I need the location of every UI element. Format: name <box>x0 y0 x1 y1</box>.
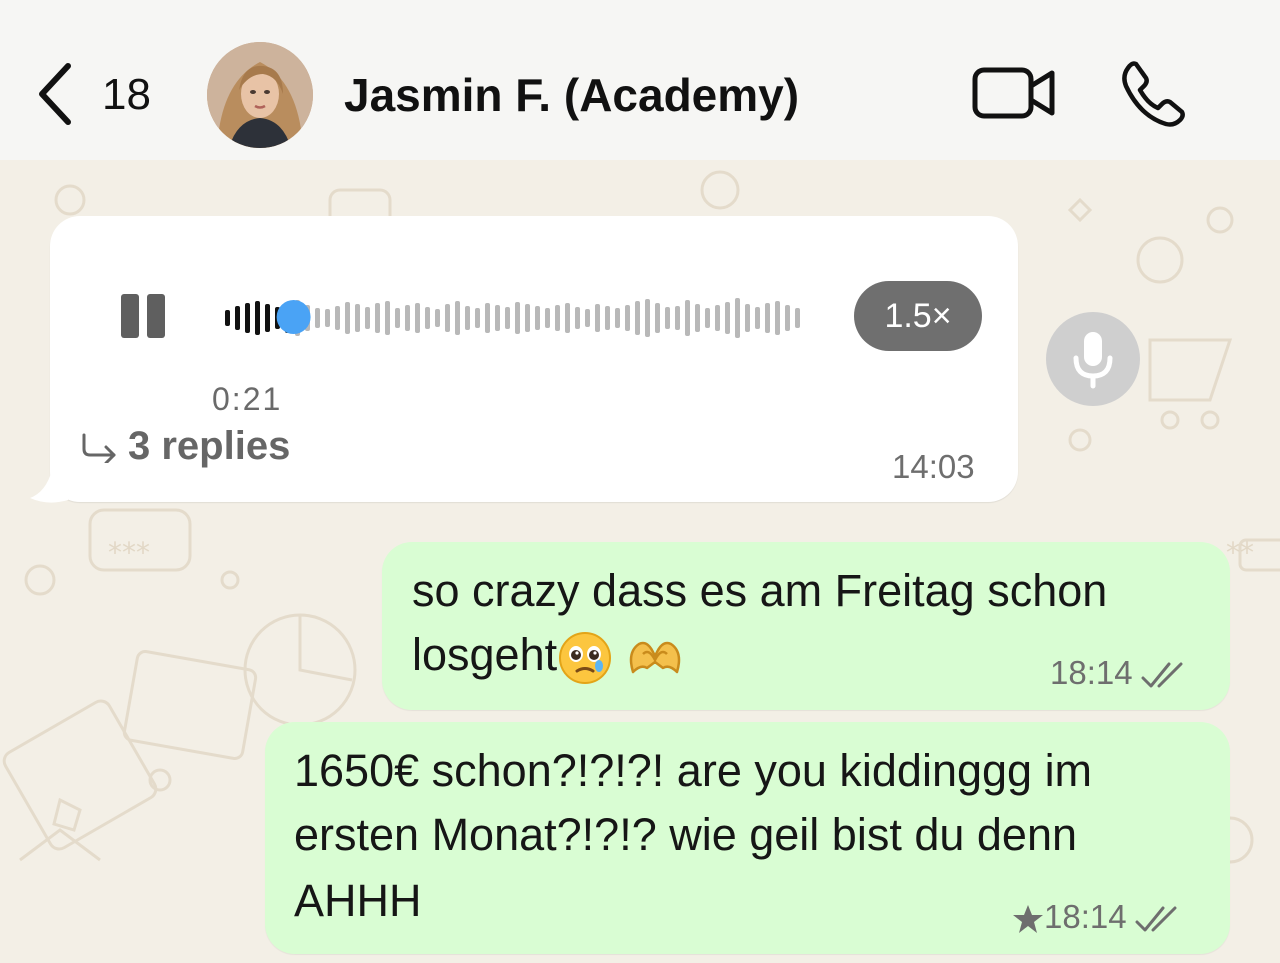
waveform-bar <box>675 306 680 330</box>
waveform-bar <box>365 307 370 329</box>
waveform-bar <box>405 305 410 331</box>
message-meta: 18:14 <box>1012 898 1181 936</box>
waveform-bar <box>265 304 270 332</box>
waveform-bar <box>255 301 260 335</box>
waveform-bar <box>315 308 320 328</box>
chat-header: 18 Jasmin F. (Academy) <box>0 0 1280 160</box>
waveform-bar <box>565 303 570 333</box>
waveform-bar <box>235 306 240 330</box>
waveform-bar <box>225 310 230 326</box>
waveform-bar <box>605 306 610 330</box>
waveform-bar <box>765 303 770 333</box>
waveform-bar <box>585 309 590 327</box>
voice-duration: 0:21 <box>212 381 283 417</box>
back-chevron-icon[interactable] <box>36 62 76 126</box>
waveform-bar <box>515 302 520 334</box>
waveform-bar <box>435 309 440 327</box>
reply-arrow-icon <box>82 433 116 464</box>
unread-count[interactable]: 18 <box>102 70 151 120</box>
replies-link[interactable]: 3 replies <box>80 424 290 469</box>
read-double-check-icon <box>1141 662 1183 688</box>
waveform-bar <box>655 303 660 333</box>
waveform-bar <box>665 307 670 329</box>
waveform-bar <box>415 303 420 333</box>
waveform-bar <box>335 306 340 330</box>
playback-progress-dot[interactable] <box>276 300 311 334</box>
waveform-bar <box>685 300 690 336</box>
message-time: 14:03 <box>892 448 975 485</box>
playback-speed-button[interactable]: 1.5× <box>854 281 982 351</box>
waveform-bar <box>625 305 630 331</box>
waveform-bar <box>395 308 400 328</box>
star-icon <box>1013 905 1043 934</box>
waveform-bar <box>355 304 360 332</box>
waveform-bar <box>245 303 250 333</box>
message-text-segment: losgeht <box>412 629 558 680</box>
waveform-bar <box>715 305 720 331</box>
waveform-bar <box>465 306 470 330</box>
waveform-bar <box>345 302 350 334</box>
message-meta: 18:14 <box>1050 654 1187 692</box>
message-text-line: so crazy dass es am Freitag schon <box>412 565 1108 616</box>
waveform-bar <box>485 303 490 333</box>
waveform-bar <box>455 301 460 335</box>
svg-text:**: ** <box>1226 536 1254 569</box>
phone-call-icon[interactable] <box>1118 58 1188 128</box>
message-text-line-2: losgeht <box>412 624 685 686</box>
waveform-bar <box>385 301 390 335</box>
waveform-bar <box>495 305 500 331</box>
contact-avatar[interactable] <box>207 42 313 148</box>
heart-hands-emoji <box>629 641 681 674</box>
waveform-bar <box>425 307 430 329</box>
waveform-bar <box>735 298 740 338</box>
waveform-bar <box>595 304 600 332</box>
waveform-bar <box>775 301 780 335</box>
waveform-bar <box>575 307 580 329</box>
svg-text:***: *** <box>108 536 150 569</box>
waveform-bar <box>505 307 510 329</box>
waveform-bar <box>445 304 450 332</box>
message-text-line: ersten Monat?!?!? wie geil bist du denn <box>294 809 1077 860</box>
waveform-bar <box>635 301 640 335</box>
microphone-icon <box>1073 332 1113 389</box>
message-text-line: 1650€ schon?!?!?! are you kiddinggg im <box>294 745 1093 796</box>
waveform-bar <box>535 306 540 330</box>
waveform-bar <box>545 308 550 328</box>
video-call-icon[interactable] <box>972 64 1056 122</box>
message-time: 18:14 <box>1050 654 1133 691</box>
waveform-bar <box>745 304 750 332</box>
smiling-face-with-tear-emoji <box>559 632 612 685</box>
waveform-bar <box>695 304 700 332</box>
waveform-bar <box>755 307 760 329</box>
voice-waveform[interactable] <box>224 290 804 346</box>
waveform-bar <box>375 303 380 333</box>
waveform-bar <box>475 308 480 328</box>
waveform-bar <box>525 304 530 332</box>
read-double-check-icon <box>1135 906 1177 932</box>
message-text-line: AHHH <box>294 875 422 926</box>
replies-label: 3 replies <box>128 424 291 468</box>
bubble-tail <box>30 470 68 503</box>
contact-name[interactable]: Jasmin F. (Academy) <box>344 68 799 122</box>
waveform-bar <box>645 299 650 337</box>
waveform-bar <box>555 305 560 331</box>
waveform-bar <box>325 309 330 327</box>
message-time: 18:14 <box>1044 898 1127 935</box>
waveform-bar <box>615 308 620 328</box>
waveform-bar <box>725 302 730 334</box>
waveform-bar <box>795 308 800 328</box>
pause-icon[interactable] <box>118 292 168 342</box>
transcribe-mic-button[interactable] <box>1046 312 1140 406</box>
waveform-bar <box>705 308 710 328</box>
waveform-bar <box>785 305 790 331</box>
